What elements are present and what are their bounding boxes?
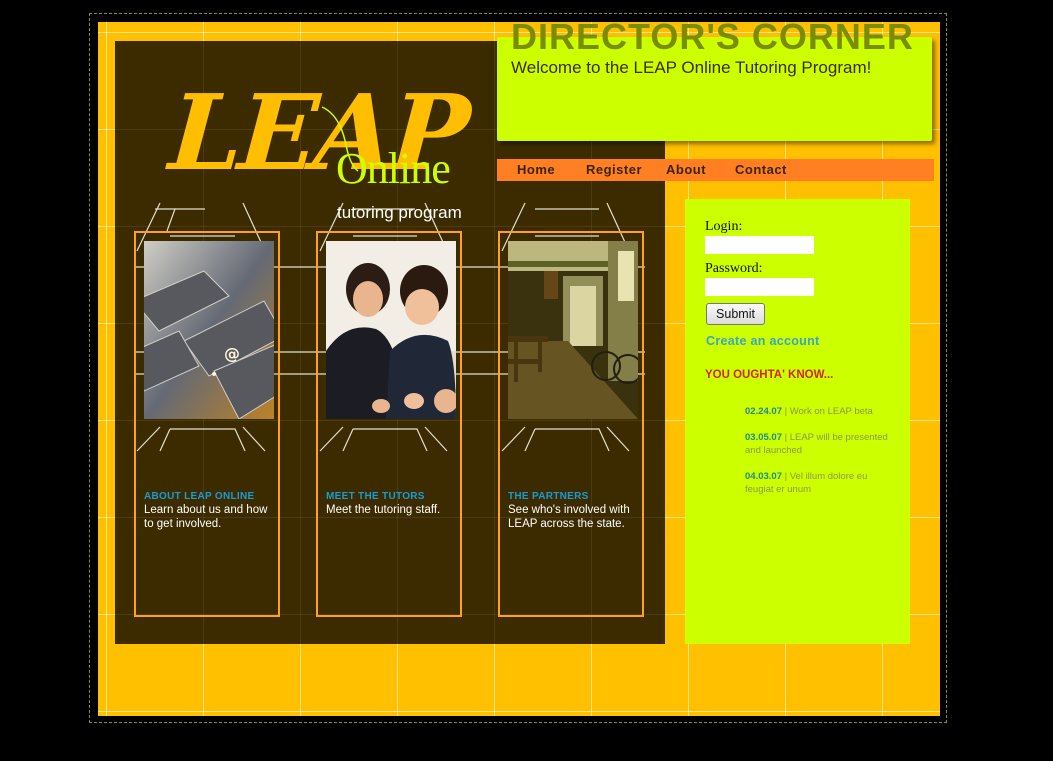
news-item[interactable]: 02.24.07 | Work on LEAP beta — [745, 405, 895, 418]
create-account-link[interactable]: Create an account — [706, 334, 819, 348]
nav-about[interactable]: About — [666, 162, 706, 177]
about-column[interactable]: @ • ABOUT LEAP ONLINE Learn about us and… — [134, 231, 280, 617]
column-title[interactable]: ABOUT LEAP ONLINE — [144, 491, 254, 502]
leap-online-logo[interactable]: LEAP Online tutoring program — [166, 71, 470, 222]
news-text: | Work on LEAP beta — [781, 406, 873, 417]
main-navigation: Home Register About Contact — [497, 159, 934, 181]
directors-corner-heading: DIRECTOR'S CORNER — [511, 22, 914, 57]
sidebar-panel: Login: Password: Submit Create an accoun… — [685, 199, 910, 644]
nav-register[interactable]: Register — [586, 162, 642, 177]
classroom-photo — [508, 241, 638, 419]
news-heading: YOU OUGHTA' KNOW... — [705, 369, 834, 381]
partners-column[interactable]: THE PARTNERS See who's involved with LEA… — [498, 231, 644, 617]
logo-tagline: tutoring program — [337, 203, 462, 222]
welcome-message: Welcome to the LEAP Online Tutoring Prog… — [511, 58, 872, 77]
news-item[interactable]: 04.03.07 | Vel illum dolore eu feugiat e… — [745, 470, 895, 496]
column-description: See who's involved with LEAP across the … — [508, 504, 630, 530]
news-item[interactable]: 03.05.07 | LEAP will be presented and la… — [745, 431, 895, 457]
news-date: 04.03.07 — [745, 471, 782, 482]
submit-button[interactable]: Submit — [706, 303, 765, 325]
news-date: 02.24.07 — [745, 406, 782, 417]
tutors-column[interactable]: MEET THE TUTORS Meet the tutoring staff. — [316, 231, 462, 617]
nav-home[interactable]: Home — [517, 162, 555, 177]
password-label: Password: — [705, 261, 763, 276]
column-title[interactable]: THE PARTNERS — [508, 491, 589, 502]
column-description: Learn about us and how to get involved. — [144, 504, 268, 530]
password-input[interactable] — [705, 278, 814, 296]
page-background: LEAP Online tutoring program @ • ABOUT L… — [98, 22, 940, 716]
logo-online-text: Online — [336, 144, 451, 193]
tutors-photo — [326, 241, 456, 419]
login-label: Login: — [705, 219, 743, 234]
news-date: 03.05.07 — [745, 432, 782, 443]
nav-contact[interactable]: Contact — [735, 162, 787, 177]
column-description: Meet the tutoring staff. — [326, 504, 441, 516]
login-input[interactable] — [705, 236, 814, 254]
column-title[interactable]: MEET THE TUTORS — [326, 491, 425, 502]
keyboard-photo: @ • — [144, 241, 274, 419]
